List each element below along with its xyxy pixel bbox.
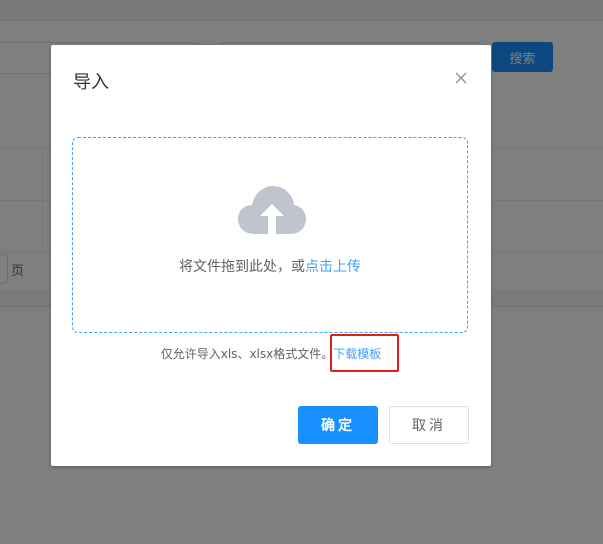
cancel-button[interactable]: 取消 [389,406,469,444]
confirm-button[interactable]: 确定 [298,406,378,444]
upload-dropzone[interactable]: 将文件拖到此处，或点击上传 [72,137,468,333]
upload-tip: 仅允许导入xls、xlsx格式文件。下载模板 [51,345,491,362]
dialog-title: 导入 [73,72,109,93]
upload-text-prefix: 将文件拖到此处，或 [179,259,305,275]
close-icon[interactable] [452,69,470,87]
upload-instructions: 将文件拖到此处，或点击上传 [73,256,467,276]
click-upload-link[interactable]: 点击上传 [305,259,361,275]
cloud-upload-icon [238,184,306,238]
tip-text: 仅允许导入xls、xlsx格式文件。 [160,347,334,361]
highlight-annotation [330,334,399,372]
import-dialog: 导入 将文件拖到此处，或点击上传 仅允许导入xls、xlsx格式文件。下载模板 … [51,45,491,466]
